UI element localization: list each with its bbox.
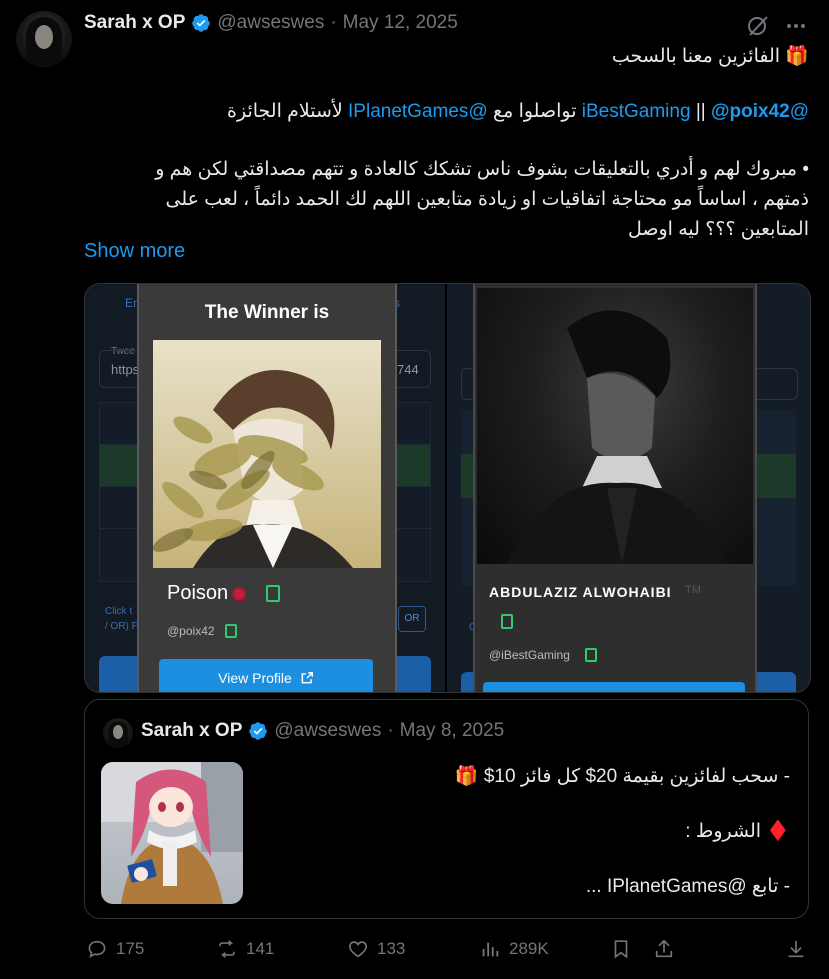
bookmark-action[interactable] bbox=[610, 938, 632, 960]
quoted-header-separator: · bbox=[387, 720, 394, 741]
copy-name-icon[interactable] bbox=[266, 585, 281, 602]
header-separator: · bbox=[330, 12, 337, 33]
quoted-date: May 8, 2025 bbox=[399, 720, 505, 741]
views-action[interactable]: 289K bbox=[479, 938, 549, 960]
avatar-face bbox=[113, 725, 123, 739]
grok-icon[interactable] bbox=[746, 14, 770, 38]
repost-icon bbox=[219, 940, 235, 958]
verified-badge-icon bbox=[249, 722, 268, 740]
repost-action[interactable]: 141 bbox=[216, 938, 274, 960]
copy-handle-icon-2[interactable] bbox=[585, 648, 597, 662]
tweet-line-2-mid: تواصلوا مع bbox=[493, 101, 577, 122]
tweet-line-1: 🎁 الفائزين معنا بالسحب bbox=[89, 42, 809, 72]
winner-photo bbox=[477, 288, 753, 564]
bg-field-value-2: 744 bbox=[397, 362, 419, 377]
winner-card: The Winner is Poison @poix42 View Profil… bbox=[137, 284, 397, 692]
copy-handle-icon[interactable] bbox=[224, 624, 237, 638]
tweet-paragraph-line-1: • مبروك لهم و أدري بالتعليقات بشوف ناس ت… bbox=[155, 159, 809, 180]
tweet-media[interactable]: En rs Twee https 744 Click t / OR) F OR … bbox=[84, 283, 811, 693]
quoted-line-3: - تابع @IPlanetGames ... bbox=[585, 876, 790, 897]
winner-title: The Winner is bbox=[204, 302, 330, 323]
view-profile-button-2[interactable] bbox=[483, 682, 745, 692]
winner-portrait bbox=[153, 340, 381, 568]
media-image-right[interactable]: C ABDULAZIZ ALWOHAIBI TM @iBestGaming bbox=[447, 284, 810, 692]
tweet-line-2-end: لأستلام الجائزة bbox=[227, 101, 343, 122]
quoted-author-handle: @awseswes bbox=[274, 720, 382, 741]
quoted-author-avatar bbox=[103, 718, 133, 748]
tweet-header: Sarah x OP @awseswes · May 12, 2025 bbox=[84, 12, 458, 34]
winner-name: Poison bbox=[167, 582, 229, 604]
copy-name-icon-2[interactable] bbox=[501, 614, 513, 629]
reply-action[interactable]: 175 bbox=[86, 938, 144, 960]
mention-separator: || bbox=[695, 101, 706, 122]
share-icon bbox=[655, 939, 673, 958]
winner-name-row: Poison bbox=[167, 582, 281, 605]
like-action[interactable]: 133 bbox=[347, 938, 405, 960]
bg-or-button: OR bbox=[398, 606, 426, 632]
author-handle[interactable]: @awseswes bbox=[217, 12, 324, 34]
winner-handle-row: @poix42 bbox=[167, 624, 237, 638]
bookmark-icon bbox=[614, 940, 628, 959]
winner-name-2: ABDULAZIZ ALWOHAIBI bbox=[489, 584, 672, 600]
quoted-author-name: Sarah x OP bbox=[141, 720, 243, 741]
reply-count: 175 bbox=[116, 939, 145, 958]
tweet-paragraph-line-2: ذمتهم ، اساساً مو محتاجة اتفاقيات او زيا… bbox=[165, 189, 809, 210]
author-avatar[interactable] bbox=[16, 11, 72, 67]
mention-iplanetgames[interactable]: @IPlanetGames bbox=[348, 101, 488, 122]
heart-icon bbox=[349, 941, 367, 958]
bg-or-text: / OR) F bbox=[105, 621, 138, 632]
download-action[interactable] bbox=[785, 938, 807, 960]
author-name[interactable]: Sarah x OP bbox=[84, 12, 185, 34]
winner-handle-2: @iBestGaming bbox=[489, 648, 570, 662]
gift-emoji-icon: 🎁 bbox=[785, 46, 809, 67]
bg-field-value: https bbox=[111, 362, 140, 377]
quoted-tweet[interactable]: Sarah x OP @awseswes · May 8, 2025 - سحب… bbox=[84, 699, 809, 919]
winner-handle: @poix42 bbox=[167, 624, 215, 638]
quoted-line-1-text: - سحب لفائزين بقيمة 20$ كل فائز 10$ bbox=[483, 766, 790, 787]
tweet-date[interactable]: May 12, 2025 bbox=[343, 12, 458, 34]
quoted-line-2: ♦️ الشروط : bbox=[270, 817, 790, 847]
media-image-left[interactable]: En rs Twee https 744 Click t / OR) F OR … bbox=[85, 284, 445, 692]
like-count: 133 bbox=[377, 939, 406, 958]
view-profile-label: View Profile bbox=[218, 670, 292, 686]
quoted-header: Sarah x OP @awseswes · May 8, 2025 bbox=[141, 720, 504, 742]
quoted-thumbnail[interactable] bbox=[101, 762, 243, 904]
view-profile-button[interactable]: View Profile bbox=[159, 659, 373, 692]
quoted-line-1: - سحب لفائزين بقيمة 20$ كل فائز 10$ 🎁 bbox=[270, 762, 790, 792]
bg-tm-text: TM bbox=[685, 584, 701, 596]
bg-click-text: Click t bbox=[105, 606, 133, 617]
tweet-paragraph: • مبروك لهم و أدري بالتعليقات بشوف ناس ت… bbox=[79, 155, 809, 245]
repost-count: 141 bbox=[246, 939, 275, 958]
mention-poix42[interactable]: @poix42 bbox=[711, 101, 790, 122]
rose-icon bbox=[232, 586, 247, 601]
views-count: 289K bbox=[509, 939, 549, 958]
more-options-icon[interactable] bbox=[784, 14, 808, 38]
download-icon bbox=[788, 940, 804, 958]
avatar-face bbox=[35, 25, 53, 49]
share-action[interactable] bbox=[653, 938, 675, 960]
reply-icon bbox=[88, 940, 106, 958]
diamond-emoji-icon: ♦️ bbox=[766, 821, 790, 842]
views-chart-icon bbox=[482, 942, 499, 957]
tweet-line-1-text: الفائزين معنا بالسحب bbox=[611, 46, 781, 67]
external-link-icon bbox=[301, 672, 313, 684]
gift-emoji-icon: 🎁 bbox=[454, 766, 479, 787]
verified-badge-icon bbox=[192, 14, 211, 32]
tweet-line-2: @iBestGaming || @poix42 تواصلوا مع @IPla… bbox=[79, 97, 809, 127]
winner-card-2: ABDULAZIZ ALWOHAIBI TM @iBestGaming bbox=[473, 284, 757, 692]
show-more-link[interactable]: Show more bbox=[84, 240, 185, 263]
quoted-line-2-text: الشروط : bbox=[685, 821, 762, 842]
tweet-paragraph-line-3: المتابعين ؟؟؟ ليه اوصل bbox=[627, 219, 809, 240]
